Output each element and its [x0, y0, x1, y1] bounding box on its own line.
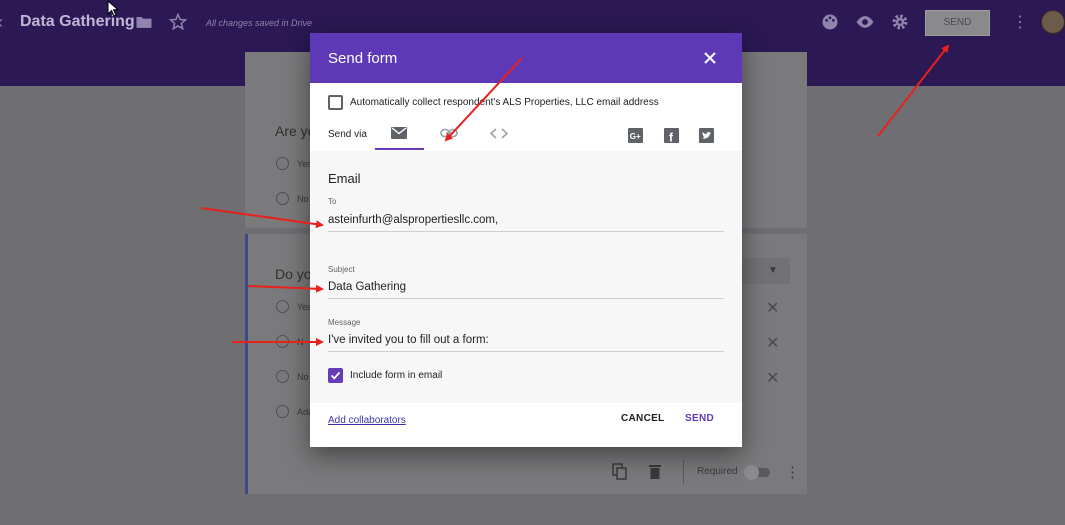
radio-option[interactable]	[276, 335, 289, 348]
dialog-title: Send form	[328, 50, 398, 67]
email-icon	[391, 127, 407, 139]
to-label: To	[328, 197, 337, 206]
active-tab-indicator	[375, 148, 424, 150]
checkmark-icon	[330, 371, 341, 380]
star-icon[interactable]	[168, 12, 188, 32]
mouse-cursor-icon	[107, 0, 120, 17]
option-label: No	[297, 194, 309, 204]
radio-option[interactable]	[276, 192, 289, 205]
option-label: No	[297, 372, 309, 382]
send-via-label: Send via	[328, 129, 367, 140]
message-field[interactable]: I've invited you to fill out a form:	[328, 334, 724, 352]
send-form-dialog: Send form Automatically collect responde…	[310, 33, 742, 447]
link-icon	[440, 128, 458, 138]
dialog-send-button[interactable]: SEND	[685, 413, 714, 424]
question-type-dropdown[interactable]: ▼	[742, 258, 790, 284]
svg-text:G+: G+	[630, 132, 641, 141]
collect-email-checkbox[interactable]	[328, 95, 343, 110]
back-arrow-icon[interactable]: ‹	[0, 12, 3, 33]
option-label: N	[297, 337, 304, 347]
required-label: Required	[697, 466, 738, 477]
embed-icon	[490, 128, 508, 139]
folder-icon[interactable]	[134, 12, 154, 32]
remove-option-icon[interactable]: ✕	[766, 333, 779, 353]
tab-email[interactable]	[376, 120, 422, 148]
include-form-checkbox[interactable]	[328, 368, 343, 383]
subject-field[interactable]: Data Gathering	[328, 281, 724, 299]
section-title: Email	[328, 171, 361, 186]
radio-option[interactable]	[276, 405, 289, 418]
send-button[interactable]: SEND	[925, 10, 990, 36]
facebook-icon[interactable]: f	[664, 128, 679, 143]
dialog-header: Send form	[310, 33, 742, 83]
google-plus-icon[interactable]: G+	[628, 128, 643, 143]
twitter-icon[interactable]	[699, 128, 714, 143]
cancel-button[interactable]: CANCEL	[621, 413, 664, 424]
more-vert-icon[interactable]: ⋮	[1012, 12, 1028, 32]
toolbar-divider	[683, 460, 684, 484]
avatar[interactable]	[1041, 10, 1065, 34]
radio-option[interactable]	[276, 370, 289, 383]
gear-icon[interactable]	[890, 12, 910, 32]
subject-label: Subject	[328, 265, 355, 274]
question-2-title: Do yo	[275, 266, 312, 282]
save-status: All changes saved in Drive	[206, 18, 313, 28]
collect-email-label: Automatically collect respondent's ALS P…	[350, 97, 659, 108]
eye-icon[interactable]	[855, 12, 875, 32]
close-icon[interactable]	[703, 51, 717, 65]
tab-embed[interactable]	[476, 120, 522, 148]
tab-link[interactable]	[426, 120, 472, 148]
message-label: Message	[328, 318, 361, 327]
delete-icon[interactable]	[648, 463, 662, 480]
add-collaborators-link[interactable]: Add collaborators	[328, 415, 406, 426]
remove-option-icon[interactable]: ✕	[766, 298, 779, 318]
remove-option-icon[interactable]: ✕	[766, 368, 779, 388]
email-panel	[310, 151, 742, 403]
required-toggle-knob[interactable]	[744, 465, 759, 480]
more-vert-icon[interactable]: ⋮	[785, 463, 800, 481]
to-field[interactable]: asteinfurth@alspropertiesllc.com,	[328, 214, 724, 232]
duplicate-icon[interactable]	[612, 463, 628, 481]
include-form-label: Include form in email	[350, 370, 443, 381]
palette-icon[interactable]	[820, 12, 840, 32]
chevron-down-icon: ▼	[768, 265, 778, 276]
radio-option[interactable]	[276, 300, 289, 313]
radio-option[interactable]	[276, 157, 289, 170]
